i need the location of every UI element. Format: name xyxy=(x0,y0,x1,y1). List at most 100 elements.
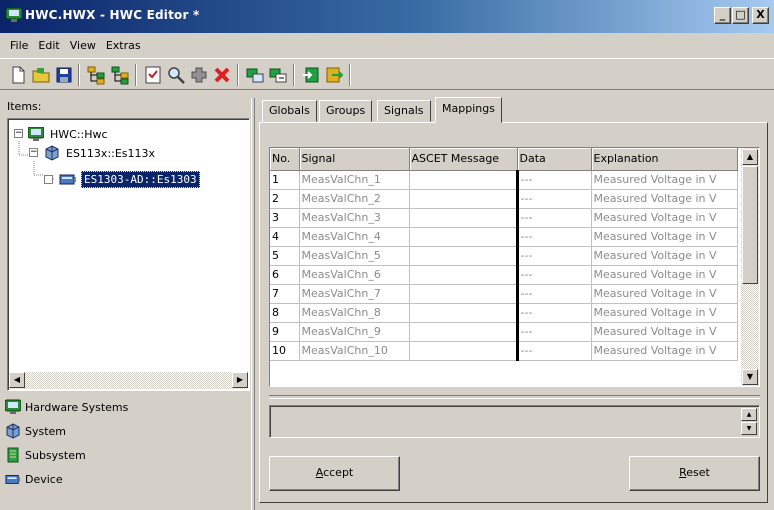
tree-node-es113x[interactable]: ES113x::Es113x xyxy=(44,144,157,162)
ascet-message-cell[interactable] xyxy=(409,265,519,285)
scroll-down-button[interactable]: ▼ xyxy=(742,369,758,385)
accept-button[interactable]: Accept xyxy=(269,456,400,491)
table-row[interactable]: 7 MeasValChn_7 --- Measured Voltage in V xyxy=(270,284,738,304)
menu-edit[interactable]: Edit xyxy=(34,39,65,52)
row-number[interactable]: 10 xyxy=(270,341,300,361)
menu-extras[interactable]: Extras xyxy=(102,39,147,52)
ascet-message-cell[interactable] xyxy=(409,208,519,228)
close-button[interactable]: X xyxy=(752,7,769,24)
data-cell[interactable]: --- xyxy=(517,208,592,228)
row-number[interactable]: 9 xyxy=(270,322,300,342)
table-row[interactable]: 4 MeasValChn_4 --- Measured Voltage in V xyxy=(270,227,738,247)
ascet-message-cell[interactable] xyxy=(409,341,519,361)
hierarchy-2-icon[interactable] xyxy=(110,65,130,85)
tab-signals[interactable]: Signals xyxy=(377,100,431,122)
data-cell[interactable]: --- xyxy=(517,284,592,304)
tree-node-hwc[interactable]: HWC::Hwc xyxy=(28,125,110,143)
ascet-message-cell[interactable] xyxy=(409,284,519,304)
tree-collapse-toggle[interactable]: − xyxy=(29,148,38,157)
connect-icon[interactable] xyxy=(245,65,265,85)
data-cell[interactable]: --- xyxy=(517,246,592,266)
hierarchy-icon[interactable] xyxy=(86,65,106,85)
explanation-cell[interactable]: Measured Voltage in V xyxy=(591,246,738,266)
scroll-down-button[interactable]: ▼ xyxy=(741,422,757,435)
tab-globals[interactable]: Globals xyxy=(262,100,317,122)
signal-cell[interactable]: MeasValChn_6 xyxy=(299,265,410,285)
table-row[interactable]: 10 MeasValChn_10 --- Measured Voltage in V xyxy=(270,341,738,361)
table-row[interactable]: 9 MeasValChn_9 --- Measured Voltage in V xyxy=(270,322,738,342)
scroll-thumb[interactable] xyxy=(742,166,758,284)
ascet-message-cell[interactable] xyxy=(409,189,519,209)
row-number[interactable]: 4 xyxy=(270,227,300,247)
title-bar[interactable]: HWC.HWX - HWC Editor * _ □ X xyxy=(0,0,774,33)
tree-collapse-toggle[interactable]: − xyxy=(14,129,23,138)
tab-mappings[interactable]: Mappings xyxy=(435,97,502,123)
row-number[interactable]: 6 xyxy=(270,265,300,285)
signal-cell[interactable]: MeasValChn_4 xyxy=(299,227,410,247)
explanation-cell[interactable]: Measured Voltage in V xyxy=(591,265,738,285)
tree-horizontal-scrollbar[interactable]: ◀ ▶ xyxy=(9,372,248,389)
signal-cell[interactable]: MeasValChn_2 xyxy=(299,189,410,209)
table-row[interactable]: 2 MeasValChn_2 --- Measured Voltage in V xyxy=(270,189,738,209)
explanation-cell[interactable]: Measured Voltage in V xyxy=(591,208,738,228)
explanation-cell[interactable]: Measured Voltage in V xyxy=(591,170,738,190)
table-row[interactable]: 8 MeasValChn_8 --- Measured Voltage in V xyxy=(270,303,738,323)
export-icon[interactable] xyxy=(324,65,344,85)
data-cell[interactable]: --- xyxy=(517,303,592,323)
import-icon[interactable] xyxy=(301,65,321,85)
column-header-data[interactable]: Data xyxy=(517,148,592,171)
scroll-left-button[interactable]: ◀ xyxy=(9,372,25,388)
table-row[interactable]: 3 MeasValChn_3 --- Measured Voltage in V xyxy=(270,208,738,228)
tree-node-es1303[interactable]: ES1303-AD::Es1303 xyxy=(59,170,200,188)
ascet-message-cell[interactable] xyxy=(409,322,519,342)
explanation-cell[interactable]: Measured Voltage in V xyxy=(591,189,738,209)
mappings-table[interactable]: No. Signal ASCET Message Data Explanatio… xyxy=(269,147,760,387)
add-icon[interactable] xyxy=(189,65,209,85)
data-cell[interactable]: --- xyxy=(517,322,592,342)
menu-view[interactable]: View xyxy=(66,39,102,52)
table-vertical-scrollbar[interactable]: ▲ ▼ xyxy=(741,148,759,386)
ascet-message-cell[interactable] xyxy=(409,303,519,323)
signal-cell[interactable]: MeasValChn_5 xyxy=(299,246,410,266)
menu-file[interactable]: File xyxy=(6,39,34,52)
data-cell[interactable]: --- xyxy=(517,341,592,361)
row-number[interactable]: 8 xyxy=(270,303,300,323)
table-row[interactable]: 6 MeasValChn_6 --- Measured Voltage in V xyxy=(270,265,738,285)
row-number[interactable]: 1 xyxy=(270,170,300,190)
column-header-ascet-message[interactable]: ASCET Message xyxy=(409,148,518,171)
scroll-up-button[interactable]: ▲ xyxy=(742,149,758,165)
details-scrollbar[interactable]: ▲ ▼ xyxy=(741,408,757,435)
signal-cell[interactable]: MeasValChn_3 xyxy=(299,208,410,228)
open-file-icon[interactable] xyxy=(31,65,51,85)
data-cell[interactable]: --- xyxy=(517,189,592,209)
row-number[interactable]: 7 xyxy=(270,284,300,304)
ascet-message-cell[interactable] xyxy=(409,246,519,266)
details-textbox[interactable]: ▲ ▼ xyxy=(269,405,760,438)
signal-cell[interactable]: MeasValChn_9 xyxy=(299,322,410,342)
configure-icon[interactable] xyxy=(268,65,288,85)
save-icon[interactable] xyxy=(54,65,74,85)
row-number[interactable]: 2 xyxy=(270,189,300,209)
signal-cell[interactable]: MeasValChn_10 xyxy=(299,341,410,361)
column-header-explanation[interactable]: Explanation xyxy=(591,148,738,171)
explanation-cell[interactable]: Measured Voltage in V xyxy=(591,303,738,323)
signal-cell[interactable]: MeasValChn_8 xyxy=(299,303,410,323)
checklist-icon[interactable] xyxy=(143,65,163,85)
row-number[interactable]: 3 xyxy=(270,208,300,228)
search-tool-icon[interactable] xyxy=(166,65,186,85)
data-cell[interactable]: --- xyxy=(517,170,592,190)
panel-splitter[interactable] xyxy=(251,98,255,510)
signal-cell[interactable]: MeasValChn_7 xyxy=(299,284,410,304)
table-row[interactable]: 1 MeasValChn_1 --- Measured Voltage in V xyxy=(270,170,738,190)
explanation-cell[interactable]: Measured Voltage in V xyxy=(591,322,738,342)
ascet-message-cell[interactable] xyxy=(409,170,519,190)
data-cell[interactable]: --- xyxy=(517,227,592,247)
column-header-signal[interactable]: Signal xyxy=(299,148,410,171)
tab-groups[interactable]: Groups xyxy=(319,100,373,122)
maximize-button[interactable]: □ xyxy=(732,7,749,24)
reset-button[interactable]: Reset xyxy=(629,456,760,491)
minimize-button[interactable]: _ xyxy=(714,7,731,24)
column-header-no[interactable]: No. xyxy=(270,148,300,171)
signal-cell[interactable]: MeasValChn_1 xyxy=(299,170,410,190)
table-row[interactable]: 5 MeasValChn_5 --- Measured Voltage in V xyxy=(270,246,738,266)
